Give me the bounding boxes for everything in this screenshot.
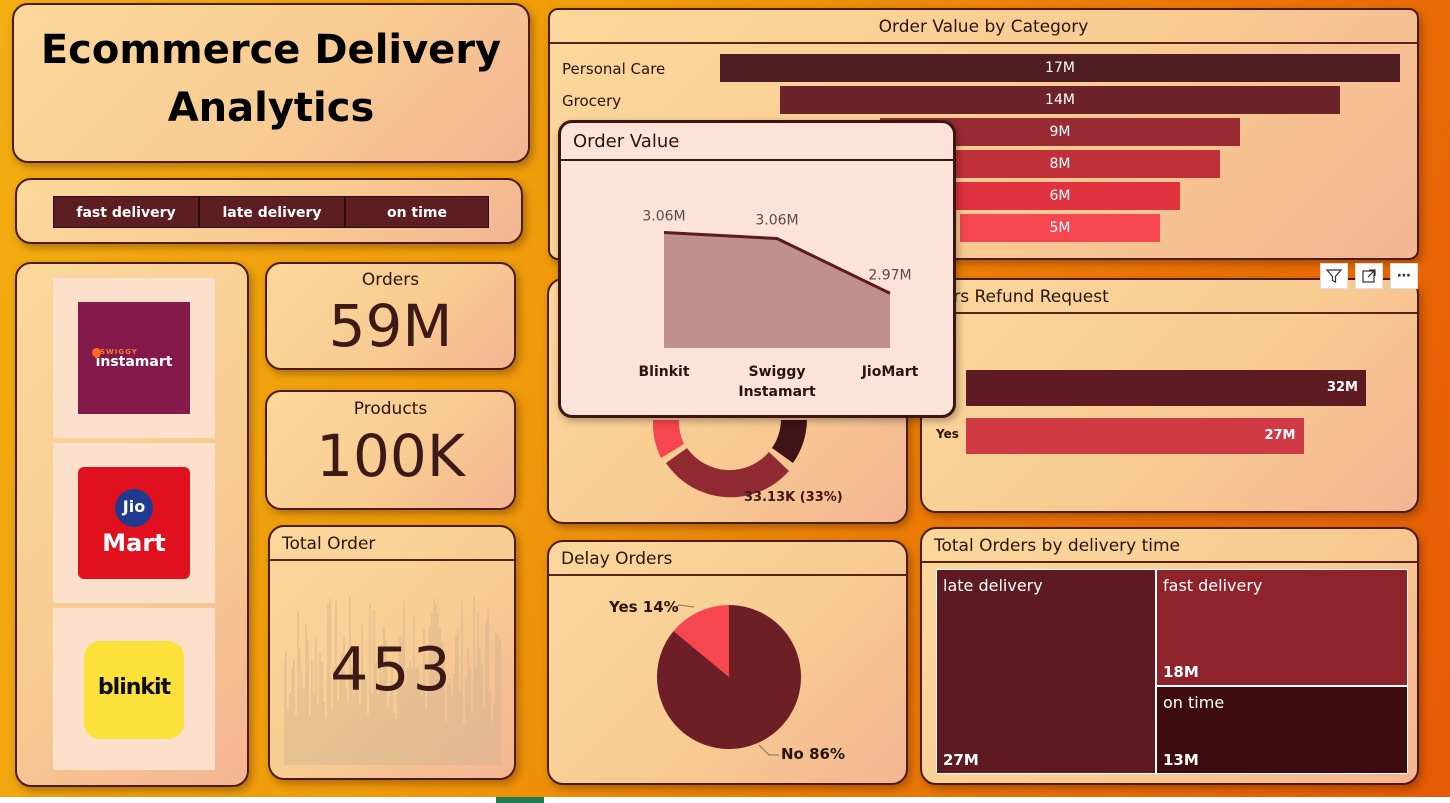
orders-kpi-value: 59M (328, 292, 453, 360)
title-card: Ecommerce Delivery Analytics (12, 3, 530, 163)
blinkit-logo-cell[interactable]: blinkit (53, 608, 215, 770)
tile-fast-delivery-value: 18M (1163, 663, 1199, 681)
delay-orders-pie: Yes 14% No 86% (608, 598, 845, 763)
active-page-tab[interactable] (496, 797, 544, 803)
area-fill (664, 232, 890, 348)
page-title-line1: Ecommerce Delivery (40, 27, 502, 73)
swiggy-instamart-logo: SWIGGY instamart (78, 302, 190, 414)
swiggy-logo-cell[interactable]: SWIGGY instamart (53, 278, 215, 438)
category-bar-4[interactable]: 6M (940, 182, 1180, 210)
category-bar-0[interactable]: 17M (720, 54, 1400, 82)
area-category-label-1-1: Instamart (738, 384, 816, 400)
mart-text: Mart (102, 529, 166, 557)
total-order-card[interactable]: Total Order 453 (268, 525, 516, 780)
tooltip-area-chart: 3.06M 3.06M 2.97M Blinkit Swiggy Instamart Jio… (638, 209, 919, 401)
platform-logos-card: SWIGGY instamart Jio Mart blinkit (15, 262, 249, 787)
category-bar-5[interactable]: 5M (960, 214, 1160, 242)
area-data-label-2: 2.97M (868, 267, 911, 283)
tile-late-delivery-label: late delivery (943, 576, 1043, 595)
tile-on-time[interactable]: on time 13M (1156, 686, 1408, 774)
delivery-slicer: fast delivery late delivery on time (15, 178, 523, 244)
delay-orders-card[interactable]: Delay Orders Yes 14% No 86% (547, 540, 908, 785)
order-value-tooltip: Order Value 3.06M 3.06M 2.97M Blinkit Swiggy… (558, 120, 956, 418)
delay-orders-title: Delay Orders (549, 542, 906, 576)
tile-fast-delivery[interactable]: fast delivery 18M (1156, 569, 1408, 686)
tooltip-title: Order Value (561, 123, 953, 161)
donut-slice-dark[interactable] (772, 420, 807, 463)
products-kpi-card[interactable]: Products 100K (265, 390, 516, 510)
refund-bar-label-1: 27M (1264, 428, 1296, 443)
delivery-time-title: Total Orders by delivery time (922, 529, 1417, 563)
donut-data-label: 33.13K (33%) (744, 490, 843, 505)
order-value-by-category-title: Order Value by Category (550, 10, 1417, 44)
funnel-icon[interactable] (1320, 263, 1348, 289)
expand-icon[interactable] (1355, 263, 1383, 289)
slicer-late-delivery[interactable]: late delivery (199, 196, 345, 228)
slicer-fast-delivery[interactable]: fast delivery (53, 196, 199, 228)
donut-slice-light[interactable] (652, 420, 684, 458)
area-category-label-0-0: Blinkit (638, 364, 689, 380)
page-tabs-strip (0, 797, 1450, 803)
area-data-label-0: 3.06M (642, 209, 685, 225)
orders-kpi-card[interactable]: Orders 59M (265, 262, 516, 370)
total-order-value: 453 (330, 635, 454, 705)
tile-late-delivery[interactable]: late delivery 27M (936, 569, 1156, 774)
products-kpi-value: 100K (316, 422, 465, 490)
category-label-grocery: Grocery (562, 92, 622, 110)
tile-fast-delivery-label: fast delivery (1163, 576, 1263, 595)
blinkit-logo: blinkit (84, 641, 184, 739)
tile-on-time-label: on time (1163, 693, 1225, 712)
page-title-line2: Analytics (167, 85, 375, 131)
pie-leader-no (758, 744, 779, 756)
category-bar-1[interactable]: 14M (780, 86, 1340, 114)
delivery-time-card[interactable]: Total Orders by delivery time late deliv… (920, 527, 1419, 785)
orders-kpi-label: Orders (361, 270, 420, 290)
products-kpi-label: Products (353, 399, 428, 419)
refund-bar-1[interactable]: 27M (966, 418, 1304, 454)
refund-bar-label-0: 32M (1326, 380, 1358, 395)
area-category-label-2-0: JioMart (861, 364, 919, 380)
area-category-label-1-0: Swiggy (749, 364, 806, 380)
refund-bar-0[interactable]: 32M (966, 370, 1366, 406)
refund-category-label-1: Yes (936, 427, 959, 441)
refund-request-card[interactable]: ders Refund Request 32M 27M Yes (920, 278, 1419, 513)
category-label-personal-care: Personal Care (562, 60, 666, 78)
jio-text: Jio (122, 497, 146, 516)
more-options-icon[interactable]: ⋯ (1390, 263, 1418, 289)
pie-label-yes: Yes 14% (608, 598, 679, 616)
jiomart-logo: Jio Mart (78, 467, 190, 579)
slicer-on-time[interactable]: on time (345, 196, 489, 228)
area-data-label-1: 3.06M (755, 213, 798, 229)
tile-on-time-value: 13M (1163, 751, 1199, 769)
jiomart-logo-cell[interactable]: Jio Mart (53, 443, 215, 603)
pie-label-no: No 86% (781, 745, 845, 763)
tile-late-delivery-value: 27M (943, 751, 979, 769)
blinkit-text: blinkit (97, 675, 171, 700)
total-order-title: Total Order (270, 527, 514, 561)
